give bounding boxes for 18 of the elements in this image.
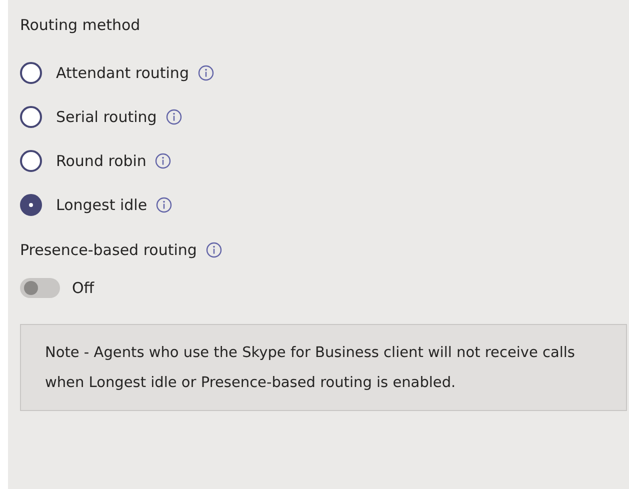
- radio-label[interactable]: Attendant routing: [56, 62, 189, 84]
- info-icon[interactable]: [155, 153, 172, 169]
- radio-button[interactable]: [20, 106, 42, 128]
- section-title: Presence-based routing: [20, 240, 197, 260]
- toggle-label: Off: [72, 278, 94, 299]
- radio-button[interactable]: [20, 62, 42, 84]
- info-icon[interactable]: [166, 109, 182, 125]
- section-title: Routing method: [20, 15, 140, 36]
- radio-button[interactable]: [20, 194, 42, 216]
- radio-button[interactable]: [20, 150, 42, 172]
- note-text: Note - Agents who use the Skype for Business client will not receive calls when Longest idle or Presence-based routing is enabled.: [20, 324, 627, 410]
- info-icon[interactable]: [198, 65, 214, 81]
- info-icon[interactable]: [206, 242, 222, 258]
- radio-label[interactable]: Longest idle: [56, 194, 148, 216]
- radio-label[interactable]: Serial routing: [56, 106, 157, 128]
- radio-label[interactable]: Round robin: [56, 150, 146, 172]
- info-icon[interactable]: [156, 197, 172, 213]
- toggle-switch[interactable]: [20, 278, 60, 298]
